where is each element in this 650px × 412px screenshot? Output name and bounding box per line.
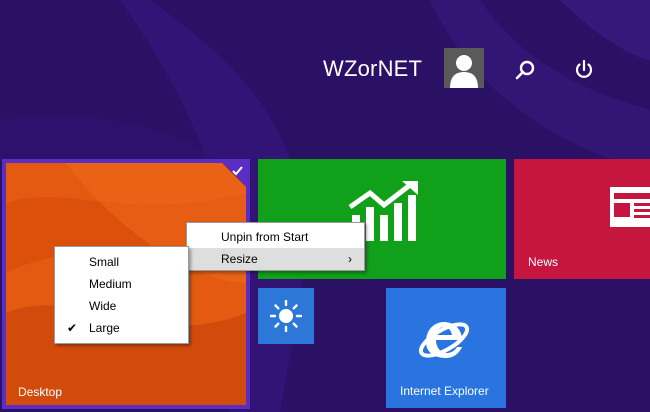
internet-explorer-tile[interactable]: Internet Explorer: [386, 288, 506, 408]
menu-item-label: Wide: [89, 299, 117, 313]
menu-item-wide[interactable]: Wide: [55, 295, 188, 317]
newspaper-icon: [610, 187, 650, 227]
user-icon: [450, 55, 478, 88]
desktop-tile-label: Desktop: [18, 385, 63, 399]
user-name[interactable]: WZorNET: [323, 55, 422, 83]
checkmark-icon: ✔: [67, 321, 78, 335]
menu-item-label: Large: [89, 321, 120, 335]
tile-context-menu: Unpin from Start Resize ›: [186, 222, 365, 271]
menu-item-label: Resize: [221, 252, 258, 266]
power-icon[interactable]: [572, 58, 596, 82]
menu-item-medium[interactable]: Medium: [55, 273, 188, 295]
chevron-right-icon: ›: [348, 252, 352, 266]
internet-explorer-tile-label: Internet Explorer: [400, 384, 489, 398]
internet-explorer-icon: [418, 322, 470, 358]
resize-submenu: Small Medium Wide ✔ Large: [54, 246, 189, 344]
weather-tile[interactable]: [258, 288, 314, 344]
avatar[interactable]: [444, 48, 484, 88]
search-icon[interactable]: [514, 58, 538, 82]
menu-item-label: Medium: [89, 277, 132, 291]
news-tile-label: News: [528, 255, 559, 269]
news-tile[interactable]: News: [514, 159, 650, 279]
menu-item-small[interactable]: Small: [55, 251, 188, 273]
menu-item-unpin[interactable]: Unpin from Start: [187, 226, 364, 248]
menu-item-large[interactable]: ✔ Large: [55, 317, 188, 339]
sun-icon: [270, 300, 302, 332]
menu-item-label: Unpin from Start: [221, 230, 309, 244]
menu-item-label: Small: [89, 255, 120, 269]
selected-check-icon: [222, 163, 246, 187]
menu-item-resize[interactable]: Resize ›: [187, 248, 364, 270]
